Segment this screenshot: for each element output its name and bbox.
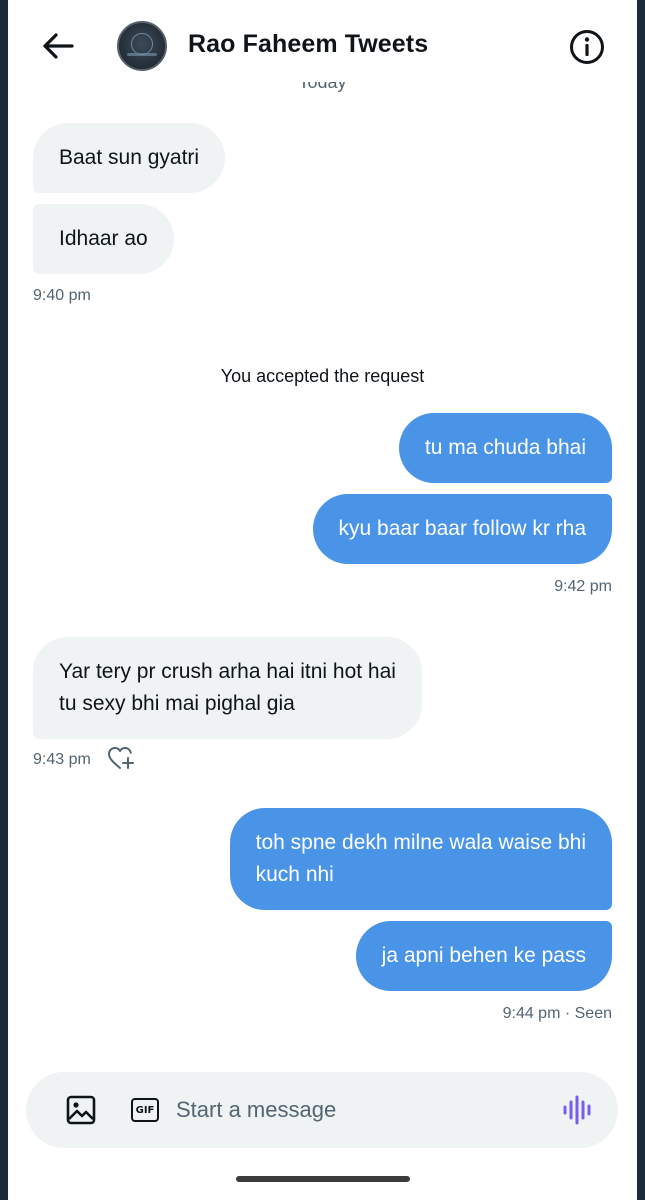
message-bubble-incoming[interactable]: Yar tery pr crush arha hai itni hot hai … (33, 637, 422, 739)
message-composer: GIF (26, 1072, 618, 1148)
message-bubble-outgoing[interactable]: toh spne dekh milne wala waise bhi kuch … (229, 808, 612, 910)
message-text: Baat sun gyatri (59, 146, 200, 169)
conversation-title[interactable]: Rao Faheem Tweets (188, 30, 428, 59)
avatar-logo (131, 33, 153, 55)
message-bubble-outgoing[interactable]: kyu baar baar follow kr rha (312, 494, 612, 564)
message-bubble-incoming[interactable]: Baat sun gyatri (33, 123, 226, 193)
date-divider-clip: Today (8, 82, 637, 96)
system-message: You accepted the request (220, 366, 425, 386)
message-text-line: toh spne dekh milne wala waise bhi (255, 831, 586, 854)
gif-button[interactable]: GIF (128, 1094, 162, 1126)
react-button[interactable] (107, 746, 137, 772)
info-button[interactable] (568, 28, 606, 66)
message-timestamp-seen: 9:44 pm · Seen (502, 1005, 612, 1022)
message-text-line: kuch nhi (255, 863, 334, 886)
message-text: ja apni behen ke pass (381, 944, 586, 967)
avatar[interactable] (117, 21, 167, 71)
message-timestamp: 9:43 pm (33, 751, 91, 768)
message-bubble-outgoing[interactable]: ja apni behen ke pass (355, 921, 612, 991)
heart-plus-icon (108, 747, 134, 769)
message-timestamp: 9:42 pm (554, 578, 612, 595)
message-text: kyu baar baar follow kr rha (338, 517, 586, 540)
message-text: tu ma chuda bhai (424, 436, 586, 459)
dm-screen: Rao Faheem Tweets Today Baat sun gyatri … (8, 0, 637, 1200)
voice-wave-icon (563, 1095, 591, 1125)
home-indicator[interactable] (236, 1176, 410, 1182)
gif-icon: GIF (131, 1098, 159, 1122)
message-text: Idhaar ao (59, 227, 148, 250)
arrow-left-icon (43, 33, 74, 59)
message-bubble-outgoing[interactable]: tu ma chuda bhai (398, 413, 612, 483)
info-circle-icon (570, 30, 604, 64)
message-bubble-incoming[interactable]: Idhaar ao (33, 204, 174, 274)
message-timestamp: 9:40 pm (33, 287, 91, 304)
voice-message-button[interactable] (560, 1094, 596, 1126)
avatar-logo-stripe (127, 53, 157, 56)
image-icon (66, 1095, 96, 1125)
image-button[interactable] (64, 1094, 98, 1126)
message-input[interactable] (176, 1090, 536, 1130)
message-text-line: Yar tery pr crush arha hai itni hot hai (59, 660, 396, 683)
back-button[interactable] (36, 26, 80, 66)
conversation-header: Rao Faheem Tweets (8, 0, 637, 92)
message-text-line: tu sexy bhi mai pighal gia (59, 692, 295, 715)
date-divider: Today (298, 82, 347, 92)
